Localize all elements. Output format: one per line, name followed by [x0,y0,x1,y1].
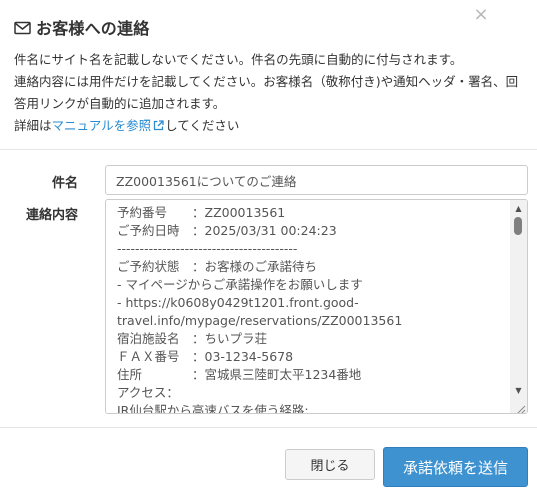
content-line: ---------------------------------------- [117,241,298,256]
dialog-title: お客様への連絡 [36,19,150,38]
description-line-2: 連絡内容には用件だけを記載してください。お客様名（敬称付き)や通知ヘッダ・署名、… [14,74,519,89]
content-line: 住所 ：宮城県三陸町太平1234番地 [117,367,362,382]
subject-input[interactable] [105,165,528,195]
send-approval-request-button[interactable]: 承諾依頼を送信 [383,447,528,487]
content-line: JR仙台駅から高速バスを使う経路: [117,403,309,414]
description-line-3: 答用リンクが自動的に追加されます。 [14,96,226,111]
content-text: 予約番号 ：ZZ00013561 ご予約日時 ：2025/03/31 00:24:… [117,204,507,414]
manual-link[interactable]: マニュアルを参照 [52,118,166,133]
content-line: travel.info/mypage/reservations/ZZ000135… [117,313,403,328]
content-line: ご予約日時 ：2025/03/31 00:24:23 [117,223,337,238]
close-button[interactable]: 閉じる [285,449,375,480]
dialog-footer: 閉じる 承諾依頼を送信 [0,428,537,503]
textarea-scrollbar[interactable]: ▲ ▼ [510,200,527,413]
content-label: 連絡内容 [25,208,78,223]
resize-grip-icon[interactable] [514,400,526,413]
scroll-thumb[interactable] [514,217,522,235]
content-line: - マイページからご承諾操作をお願いします [117,277,363,292]
dialog-header: お客様への連絡 × 件名にサイト名を記載しないでください。件名の先頭に自動的に付… [0,0,537,150]
content-line: ＦＡＸ番号 ：03-1234-5678 [117,349,294,364]
dialog-body: 件名 連絡内容 予約番号 ：ZZ00013561 ご予約日時 ：2025/03/3… [0,150,537,428]
description-prefix: 詳細は [14,118,52,133]
scroll-down-icon[interactable]: ▼ [510,382,527,399]
dialog-title-row: お客様への連絡 [14,14,523,40]
manual-link-text: マニュアルを参照 [51,118,152,133]
content-textarea[interactable]: 予約番号 ：ZZ00013561 ご予約日時 ：2025/03/31 00:24:… [105,199,528,414]
dialog-description: 件名にサイト名を記載しないでください。件名の先頭に自動的に付与されます。 連絡内… [14,49,523,137]
close-icon[interactable]: × [473,6,489,24]
content-line: ご予約状態 ：お客様のご承諾待ち [117,259,318,274]
subject-label: 件名 [51,176,78,191]
scroll-up-icon[interactable]: ▲ [510,200,527,217]
content-line: アクセス： [117,385,179,400]
mail-icon [14,20,31,35]
description-line-1: 件名にサイト名を記載しないでください。件名の先頭に自動的に付与されます。 [14,52,463,67]
description-line-4: 詳細はマニュアルを参照 してください [14,115,523,137]
description-suffix: してください [165,118,240,133]
external-link-icon [153,116,164,131]
content-line: - https://k0608y0429t1201.front.good- [117,295,359,310]
contact-customer-dialog: お客様への連絡 × 件名にサイト名を記載しないでください。件名の先頭に自動的に付… [0,0,537,503]
content-line: 予約番号 ：ZZ00013561 [117,205,286,220]
content-line: 宿泊施設名 ：ちいプラ荘 [117,331,268,346]
